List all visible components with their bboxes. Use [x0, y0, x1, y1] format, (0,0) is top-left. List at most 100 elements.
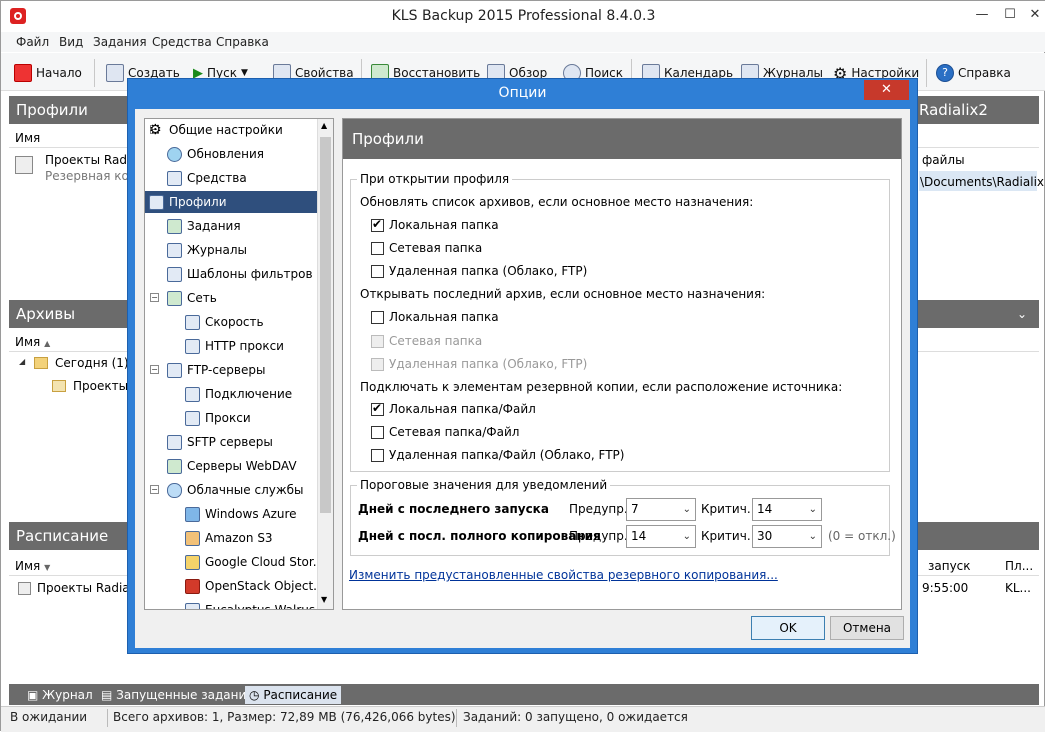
- tree-item-network[interactable]: Сеть: [167, 287, 217, 309]
- tree-item-ftp-servers[interactable]: FTP-серверы: [167, 359, 265, 381]
- sec3-network-file-checkbox[interactable]: Сетевая папка/Файл: [371, 425, 519, 439]
- threshold-note: (0 = откл.): [828, 529, 896, 543]
- change-default-backup-properties-link[interactable]: Изменить предустановленные свойства резе…: [349, 568, 778, 582]
- bottom-tabs: ▣ Журнал ▤ Запущенные задания ◷ Расписан…: [9, 684, 1039, 705]
- sec3-remote-file-checkbox[interactable]: Удаленная папка/Файл (Облако, FTP): [371, 448, 624, 462]
- collapse-icon[interactable]: −: [150, 365, 159, 374]
- tree-scrollbar[interactable]: ▲ ▼: [317, 119, 333, 609]
- tree-item-filter-templates[interactable]: Шаблоны фильтров: [167, 263, 313, 285]
- tree-item-speed[interactable]: Скорость: [185, 311, 264, 333]
- tab-schedule[interactable]: ◷ Расписание: [245, 686, 342, 704]
- options-tree: − ⚙ Общие настройки Обновления Средства П…: [144, 118, 334, 610]
- row1-crit-select[interactable]: 14 ⌄: [752, 498, 822, 521]
- log-icon: ▣: [27, 688, 39, 702]
- sec3-local-file-checkbox[interactable]: Локальная папка/Файл: [371, 401, 536, 416]
- schedule-right-val1: 9:55:00: [922, 581, 969, 595]
- tasks-icon: [167, 218, 182, 234]
- amazon-s3-icon: [185, 530, 200, 546]
- ftp-icon: [167, 362, 182, 378]
- chevron-down-icon[interactable]: ▼: [241, 68, 248, 78]
- row1-warn-select[interactable]: 7 ⌄: [626, 498, 696, 521]
- profiles-panel-right-title: Radialix2: [919, 101, 988, 119]
- network-icon: [167, 290, 182, 306]
- azure-icon: [185, 506, 200, 522]
- proxy-icon: [185, 410, 200, 426]
- tree-item-proxy[interactable]: Прокси: [185, 407, 251, 429]
- start-button[interactable]: Начало: [14, 63, 82, 83]
- row2-warn-label: Предупр.:: [569, 529, 632, 543]
- menu-tools[interactable]: Средства: [152, 35, 212, 49]
- tab-running-tasks[interactable]: ▤ Запущенные задания: [97, 686, 257, 704]
- eucalyptus-icon: [185, 602, 200, 609]
- tree-item-google-cloud[interactable]: Google Cloud Stor...: [185, 551, 324, 573]
- tree-item-tasks[interactable]: Задания: [167, 215, 241, 237]
- sec2-label: Открывать последний архив, если основное…: [360, 287, 766, 301]
- scroll-down-icon[interactable]: ▼: [321, 595, 327, 604]
- menu-file[interactable]: Файл: [16, 35, 49, 49]
- collapse-icon[interactable]: ◢: [19, 357, 25, 366]
- row2-label: Дней с посл. полного копирования: [358, 529, 601, 543]
- collapse-icon[interactable]: −: [150, 293, 159, 302]
- row2-warn-select[interactable]: 14 ⌄: [626, 525, 696, 548]
- profile-icon: [149, 194, 164, 210]
- home-icon: [14, 64, 32, 82]
- tree-item-openstack[interactable]: OpenStack Object...: [185, 575, 325, 597]
- menu-help[interactable]: Справка: [216, 35, 269, 49]
- tree-item-profiles[interactable]: Профили: [145, 191, 317, 213]
- tree-item-updates[interactable]: Обновления: [167, 143, 264, 165]
- status-archives: Всего архивов: 1, Размер: 72,89 MB (76,4…: [113, 710, 456, 724]
- sec1-network-folder-checkbox[interactable]: Сетевая папка: [371, 241, 482, 255]
- toolbar-separator: [94, 59, 95, 87]
- sec1-local-folder-checkbox[interactable]: Локальная папка: [371, 217, 499, 232]
- cancel-button[interactable]: Отмена: [830, 616, 904, 640]
- archives-today[interactable]: Сегодня (1): [55, 356, 129, 370]
- dialog-close-button[interactable]: ✕: [864, 80, 909, 100]
- tree-item-connection[interactable]: Подключение: [185, 383, 292, 405]
- chevron-down-icon[interactable]: ⌄: [1017, 300, 1027, 328]
- status-state: В ожидании: [10, 710, 88, 724]
- scroll-up-icon[interactable]: ▲: [321, 121, 327, 130]
- google-cloud-icon: [185, 554, 200, 570]
- tree-item-logs[interactable]: Журналы: [167, 239, 247, 261]
- group-thresholds: Пороговые значения для уведомлений Дней …: [350, 478, 896, 556]
- tree-item-windows-azure[interactable]: Windows Azure: [185, 503, 297, 525]
- tree-item-tools[interactable]: Средства: [167, 167, 247, 189]
- profiles-right-path: \Documents\Radialix 2: [920, 175, 1045, 189]
- new-document-icon: [106, 64, 124, 82]
- sec2-remote-folder-checkbox: Удаленная папка (Облако, FTP): [371, 357, 587, 371]
- window-title: KLS Backup 2015 Professional 8.4.0.3: [391, 8, 656, 24]
- globe-icon: [167, 146, 182, 162]
- menu-view[interactable]: Вид: [59, 35, 83, 49]
- tree-item-general[interactable]: ⚙ Общие настройки: [149, 119, 317, 141]
- filter-icon: [167, 266, 182, 282]
- tab-log[interactable]: ▣ Журнал: [23, 686, 97, 704]
- menu-tasks[interactable]: Задания: [93, 35, 147, 49]
- logs-icon: [167, 242, 182, 258]
- chevron-down-icon: ⌄: [808, 504, 817, 515]
- group-thresholds-title: Пороговые значения для уведомлений: [357, 478, 611, 492]
- tree-item-webdav-servers[interactable]: Серверы WebDAV: [167, 455, 297, 477]
- scroll-thumb[interactable]: [320, 137, 331, 513]
- sec2-network-folder-checkbox: Сетевая папка: [371, 334, 482, 348]
- connection-icon: [185, 386, 200, 402]
- group-on-profile-open: При открытии профиля Обновлять список ар…: [350, 172, 890, 472]
- status-bar: В ожидании Всего архивов: 1, Размер: 72,…: [1, 706, 1045, 732]
- tree-item-eucalyptus[interactable]: Eucalyptus Walrus: [185, 599, 315, 609]
- tree-item-http-proxy[interactable]: HTTP прокси: [185, 335, 284, 357]
- help-button[interactable]: ? Справка: [936, 63, 1011, 83]
- options-dialog: Опции ✕ − ⚙ Общие настройки Обновления Ср…: [127, 78, 918, 654]
- close-icon[interactable]: ✕: [1019, 1, 1045, 29]
- tree-item-amazon-s3[interactable]: Amazon S3: [185, 527, 273, 549]
- sec2-local-folder-checkbox[interactable]: Локальная папка: [371, 310, 499, 324]
- schedule-right-val2: KL...: [1005, 581, 1031, 595]
- tree-item-sftp-servers[interactable]: SFTP серверы: [167, 431, 273, 453]
- gear-icon: ⚙: [149, 122, 162, 138]
- collapse-icon[interactable]: −: [150, 485, 159, 494]
- sec1-remote-folder-checkbox[interactable]: Удаленная папка (Облако, FTP): [371, 264, 587, 278]
- row1-label: Дней с последнего запуска: [358, 502, 549, 516]
- tree-item-cloud-services[interactable]: Облачные службы: [167, 479, 304, 501]
- status-separator: [107, 709, 108, 727]
- ok-button[interactable]: OK: [751, 616, 825, 640]
- row2-crit-select[interactable]: 30 ⌄: [752, 525, 822, 548]
- sec1-label: Обновлять список архивов, если основное …: [360, 195, 754, 209]
